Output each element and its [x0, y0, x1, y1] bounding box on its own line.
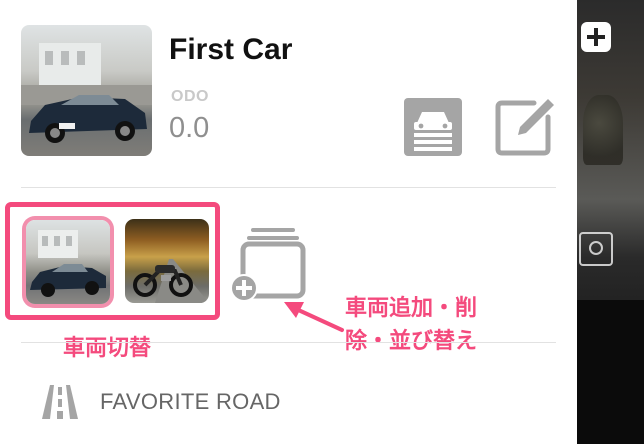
vehicle-thumb-car[interactable]	[26, 220, 110, 304]
odometer-value: 0.0	[169, 112, 210, 144]
add-vehicle-icon	[230, 228, 306, 302]
garage-icon	[404, 98, 462, 156]
road-icon	[42, 385, 78, 419]
manage-vehicles-annotation-line1: 車両追加・削	[345, 296, 478, 321]
add-photo-icon	[581, 22, 611, 52]
vehicle-thumb-motorcycle[interactable]	[125, 219, 209, 303]
background-app	[577, 0, 644, 444]
divider-top	[21, 187, 556, 188]
annotation-arrow	[284, 302, 344, 332]
garage-button[interactable]	[402, 96, 464, 158]
camera-icon	[579, 232, 613, 266]
menu-item-favorite-road[interactable]: FAVORITE ROAD	[40, 384, 281, 420]
manage-vehicles-annotation: 車両追加・削 除・並び替え	[345, 292, 545, 358]
vehicle-panel: First Car ODO 0.0 車両切替 車両追加・削 除・並び替え FAV…	[0, 0, 577, 444]
background-tree	[583, 95, 623, 165]
edit-button[interactable]	[494, 95, 556, 157]
divider-bottom	[21, 342, 556, 343]
favorite-road-label: FAVORITE ROAD	[100, 389, 281, 414]
odometer-label: ODO	[171, 88, 209, 105]
add-vehicle-button[interactable]	[229, 226, 309, 306]
car-name: First Car	[169, 33, 293, 66]
background-dark-band	[577, 300, 644, 444]
edit-icon	[495, 99, 554, 156]
car-photo[interactable]	[21, 25, 152, 156]
switch-vehicle-annotation: 車両切替	[63, 336, 152, 361]
